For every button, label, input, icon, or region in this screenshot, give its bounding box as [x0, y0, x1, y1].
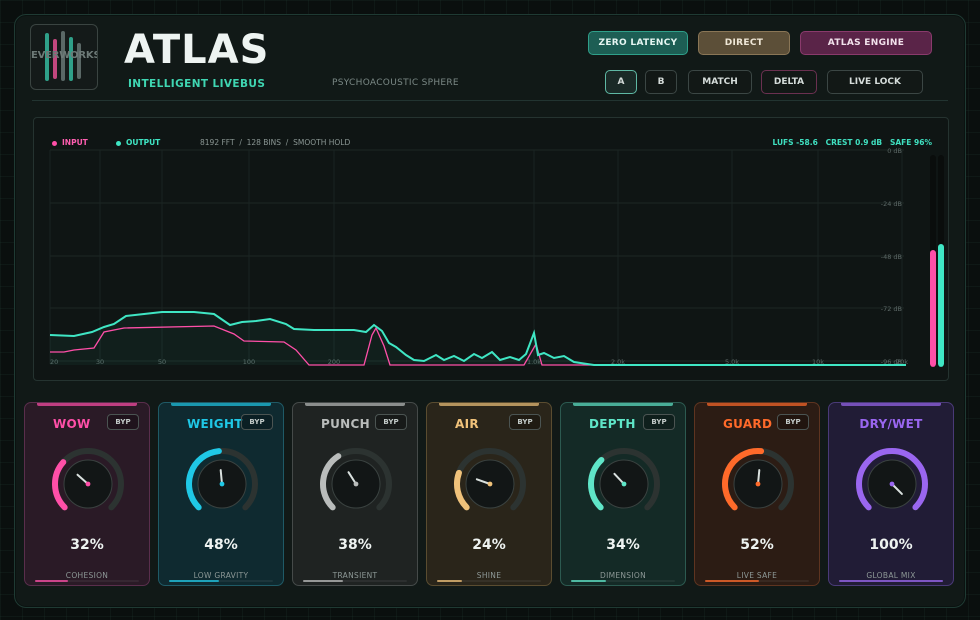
- delta-button[interactable]: DELTA: [761, 70, 817, 94]
- live-lock-button[interactable]: LIVE LOCK: [827, 70, 923, 94]
- module-accent-bar: [707, 403, 807, 406]
- logo: EVERWORKS: [30, 24, 98, 90]
- knob-value-arc: [454, 469, 470, 511]
- module-footer: LIVE SAFE: [736, 571, 778, 580]
- match-button[interactable]: MATCH: [688, 70, 752, 94]
- module-value: 100%: [869, 537, 913, 553]
- live-lock-label: LIVE LOCK: [849, 77, 901, 87]
- module-level-fill: [437, 580, 462, 582]
- module-level-track: [437, 580, 541, 582]
- bypass-button[interactable]: BYP: [375, 414, 407, 430]
- app-subtitle: INTELLIGENT LIVEBUS: [128, 78, 266, 90]
- knob[interactable]: [719, 445, 797, 523]
- knob-center-dot: [85, 481, 91, 487]
- direct-label: DIRECT: [724, 38, 764, 48]
- module-footer: SHINE: [476, 571, 502, 580]
- db-label: -24 dB: [881, 200, 902, 208]
- module-level-fill: [571, 580, 607, 582]
- ab-a-button[interactable]: A: [605, 70, 637, 94]
- atlas-engine-button[interactable]: ATLAS ENGINE: [800, 31, 932, 55]
- module-level-fill: [35, 580, 69, 582]
- meter-input: [930, 155, 936, 367]
- module-level-fill: [705, 580, 760, 582]
- module-weight: WEIGHT BYP 48% LOW GRAVITY: [158, 402, 284, 586]
- knob-center-dot: [621, 481, 627, 487]
- module-accent-bar: [37, 403, 137, 406]
- ab-a-label: A: [617, 77, 625, 87]
- ab-b-label: B: [657, 77, 665, 87]
- module-guard: GUARD BYP 52% LIVE SAFE: [694, 402, 820, 586]
- spectrum-analyzer: INPUT OUTPUT 8192 FFT / 128 BINS / SMOOT…: [33, 117, 949, 381]
- db-label: 0 dB: [887, 147, 902, 155]
- knob-center-dot: [219, 481, 225, 487]
- zero-latency-button[interactable]: ZERO LATENCY: [588, 31, 688, 55]
- module-level-track: [571, 580, 675, 582]
- bypass-button[interactable]: BYP: [643, 414, 675, 430]
- module-footer: GLOBAL MIX: [866, 571, 916, 580]
- module-value: 52%: [740, 537, 774, 553]
- delta-label: DELTA: [773, 77, 805, 87]
- bypass-button[interactable]: BYP: [241, 414, 273, 430]
- meter-output: [938, 155, 944, 367]
- module-wow: WOW BYP 32% COHESION: [24, 402, 150, 586]
- knob-center-dot: [889, 481, 895, 487]
- knob-center-dot: [487, 481, 493, 487]
- module-level-track: [839, 580, 943, 582]
- module-accent-bar: [573, 403, 673, 406]
- knob[interactable]: [853, 445, 931, 523]
- bypass-button[interactable]: BYP: [777, 414, 809, 430]
- bypass-button[interactable]: BYP: [509, 414, 541, 430]
- module-level-track: [35, 580, 139, 582]
- module-level-track: [303, 580, 407, 582]
- module-punch: PUNCH BYP 38% TRANSIENT: [292, 402, 418, 586]
- app-tagline: PSYCHOACOUSTIC SPHERE: [332, 78, 459, 88]
- atlas-engine-label: ATLAS ENGINE: [827, 38, 905, 48]
- knob[interactable]: [183, 445, 261, 523]
- knob[interactable]: [317, 445, 395, 523]
- module-value: 48%: [204, 537, 238, 553]
- module-level-track: [169, 580, 273, 582]
- module-accent-bar: [171, 403, 271, 406]
- module-level-fill: [169, 580, 219, 582]
- module-level-track: [705, 580, 809, 582]
- logo-text: EVERWORKS: [31, 50, 98, 61]
- meter-input-fill: [930, 250, 936, 367]
- knob[interactable]: [451, 445, 529, 523]
- module-value: 34%: [606, 537, 640, 553]
- module-footer: DIMENSION: [600, 571, 646, 580]
- module-value: 38%: [338, 537, 372, 553]
- bypass-button[interactable]: BYP: [107, 414, 139, 430]
- knob-value-arc: [52, 459, 68, 511]
- module-air: AIR BYP 24% SHINE: [426, 402, 552, 586]
- knob[interactable]: [49, 445, 127, 523]
- db-label: -48 dB: [881, 253, 902, 261]
- module-accent-bar: [841, 403, 941, 406]
- module-level-fill: [839, 580, 943, 582]
- header-divider: [32, 100, 948, 101]
- ab-b-button[interactable]: B: [645, 70, 677, 94]
- module-accent-bar: [305, 403, 405, 406]
- spectrum-plot: 0 dB-24 dB-48 dB-72 dB-96 dB203050100200…: [49, 147, 908, 366]
- module-dry-wet: DRY/WET 100% GLOBAL MIX: [828, 402, 954, 586]
- module-value: 24%: [472, 537, 506, 553]
- direct-button[interactable]: DIRECT: [698, 31, 790, 55]
- knob[interactable]: [585, 445, 663, 523]
- module-footer: LOW GRAVITY: [193, 571, 249, 580]
- knob-center-dot: [353, 481, 359, 487]
- match-label: MATCH: [702, 77, 738, 87]
- knob-center-dot: [755, 481, 761, 487]
- app-title: ATLAS: [124, 27, 270, 73]
- db-label: -72 dB: [881, 305, 902, 313]
- module-footer: TRANSIENT: [332, 571, 378, 580]
- zero-latency-label: ZERO LATENCY: [598, 38, 678, 48]
- module-value: 32%: [70, 537, 104, 553]
- module-name: DRY/WET: [859, 417, 923, 431]
- module-level-fill: [303, 580, 343, 582]
- meter-output-fill: [938, 244, 944, 367]
- module-footer: COHESION: [65, 571, 109, 580]
- module-accent-bar: [439, 403, 539, 406]
- module-depth: DEPTH BYP 34% DIMENSION: [560, 402, 686, 586]
